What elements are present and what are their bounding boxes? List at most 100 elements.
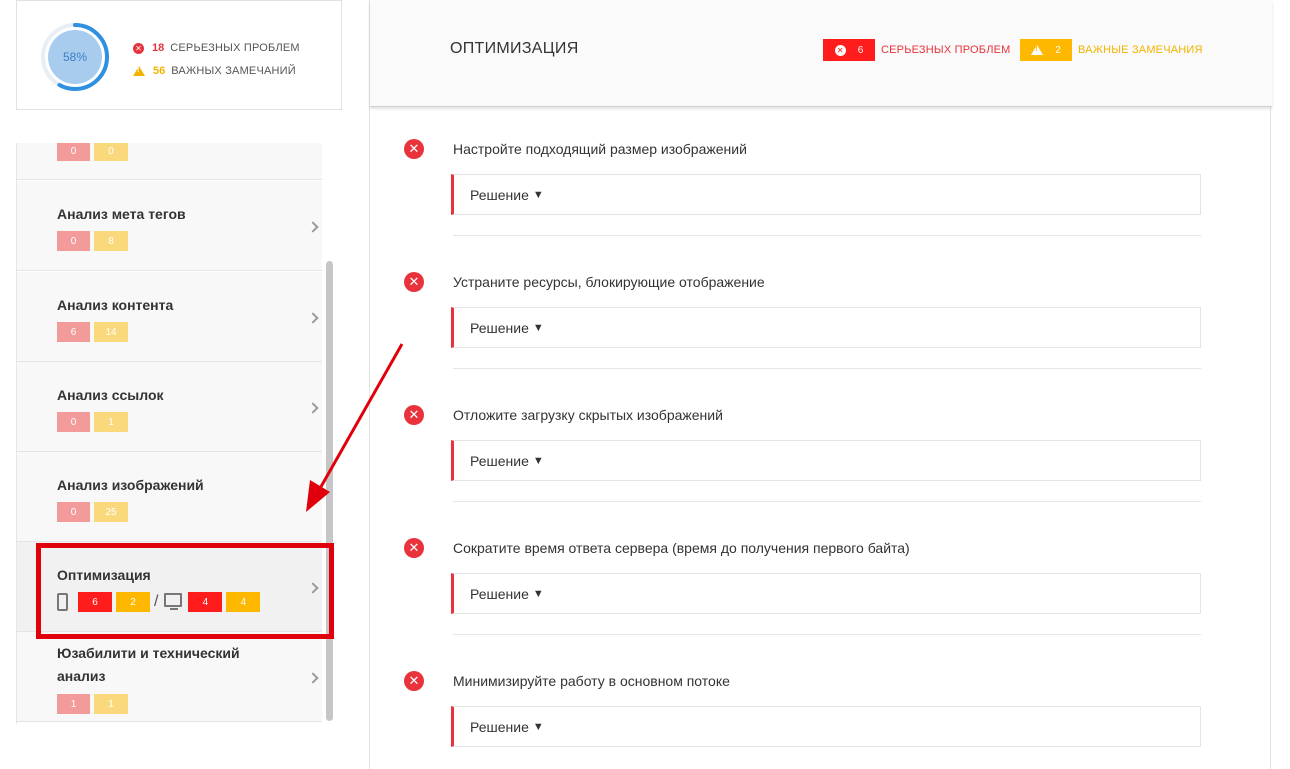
serious-label: СЕРЬЕЗНЫХ ПРОБЛЕМ <box>881 44 1011 56</box>
badges: 0 8 <box>57 231 132 251</box>
solution-toggle[interactable]: Решение ▼ <box>451 174 1201 215</box>
important-count-badge: 2 <box>1020 39 1072 61</box>
solution-toggle[interactable]: Решение ▼ <box>451 573 1201 614</box>
sidebar-item-usability[interactable]: Юзабилити и технический анализ 1 1 <box>17 632 323 722</box>
error-icon: ✕ <box>404 405 424 425</box>
solution-label: Решение <box>470 186 529 203</box>
issue-item: ✕ Настройте подходящий размер изображени… <box>370 129 1272 262</box>
important-summary: 56 ВАЖНЫХ ЗАМЕЧАНИЙ <box>133 65 296 77</box>
error-badge: 0 <box>57 143 90 161</box>
serious-count-badge: ✕ 6 <box>823 39 875 61</box>
issue-text: Сократите время ответа сервера (время до… <box>453 540 910 556</box>
error-badge: 0 <box>57 231 90 251</box>
divider <box>453 368 1201 369</box>
mobile-error-badge: 6 <box>78 592 112 612</box>
important-count: 56 <box>153 65 166 77</box>
desktop-warning-badge: 4 <box>226 592 261 612</box>
main-panel: ОПТИМИЗАЦИЯ ✕ 6 СЕРЬЕЗНЫХ ПРОБЛЕМ 2 ВАЖН… <box>369 0 1272 769</box>
error-badge: 0 <box>57 412 90 432</box>
page-title: ОПТИМИЗАЦИЯ <box>450 40 579 57</box>
error-icon: ✕ <box>404 139 424 159</box>
solution-toggle[interactable]: Решение ▼ <box>451 440 1201 481</box>
divider <box>453 634 1201 635</box>
sidebar-item-links[interactable]: Анализ ссылок 0 1 <box>17 362 323 452</box>
mobile-icon <box>57 593 68 611</box>
divider <box>453 235 1201 236</box>
solution-label: Решение <box>470 585 529 602</box>
badges: 0 0 <box>57 143 132 161</box>
divider <box>453 501 1201 502</box>
error-icon: ✕ <box>133 42 144 54</box>
solution-label: Решение <box>470 319 529 336</box>
sidebar-item-label: Юзабилити и технический анализ <box>57 645 240 684</box>
device-separator: / <box>154 593 159 610</box>
score-value: 58% <box>62 50 88 64</box>
serious-count: 18 <box>152 42 165 54</box>
badges: 0 1 <box>57 412 132 432</box>
sidebar-item-label: Оптимизация <box>57 567 151 583</box>
chevron-right-icon <box>307 582 319 594</box>
sidebar-item-label: Анализ ссылок <box>57 387 164 403</box>
warning-badge: 14 <box>94 322 128 342</box>
solution-label: Решение <box>470 452 529 469</box>
sidebar-item-label: Анализ изображений <box>57 477 204 493</box>
mobile-warning-badge: 2 <box>116 592 150 612</box>
chevron-right-icon <box>307 312 319 324</box>
warning-badge: 25 <box>94 502 128 522</box>
sidebar: 0 0 Анализ мета тегов 0 8 Анализ контент… <box>16 143 338 724</box>
chevron-right-icon <box>307 221 319 233</box>
important-label: ВАЖНЫЕ ЗАМЕЧАНИЯ <box>1078 44 1203 56</box>
main-header: ОПТИМИЗАЦИЯ ✕ 6 СЕРЬЕЗНЫХ ПРОБЛЕМ 2 ВАЖН… <box>370 0 1272 107</box>
serious-label: СЕРЬЕЗНЫХ ПРОБЛЕМ <box>170 42 300 54</box>
serious-count: 6 <box>857 44 864 56</box>
caret-down-icon: ▼ <box>532 321 544 334</box>
serious-summary: ✕ 18 СЕРЬЕЗНЫХ ПРОБЛЕМ <box>133 42 300 54</box>
error-badge: 6 <box>57 322 90 342</box>
error-badge: 1 <box>57 694 90 714</box>
desktop-error-badge: 4 <box>188 592 223 612</box>
issue-item: ✕ Устраните ресурсы, блокирующие отображ… <box>370 262 1272 395</box>
solution-toggle[interactable]: Решение ▼ <box>451 706 1201 747</box>
solution-label: Решение <box>470 718 529 735</box>
sidebar-scrollbar-thumb[interactable] <box>326 261 333 721</box>
caret-down-icon: ▼ <box>532 454 544 467</box>
sidebar-item-content[interactable]: Анализ контента 6 14 <box>17 272 323 362</box>
caret-down-icon: ▼ <box>532 587 544 600</box>
badges: 1 1 <box>57 694 132 714</box>
sidebar-item-label: Анализ мета тегов <box>57 206 186 222</box>
issue-text: Устраните ресурсы, блокирующие отображен… <box>453 274 765 290</box>
desktop-icon <box>164 593 183 610</box>
issue-item: ✕ Минимизируйте работу в основном потоке… <box>370 661 1272 769</box>
badges: 6 14 <box>57 322 132 342</box>
issue-text: Минимизируйте работу в основном потоке <box>453 673 730 689</box>
badges: 0 25 <box>57 502 132 522</box>
error-icon: ✕ <box>404 671 424 691</box>
warning-badge: 8 <box>94 231 128 251</box>
sidebar-item-meta-tags[interactable]: Анализ мета тегов 0 8 <box>17 181 323 271</box>
error-icon: ✕ <box>834 44 846 56</box>
warning-icon <box>133 66 145 76</box>
warning-badge: 1 <box>94 412 128 432</box>
issue-item: ✕ Сократите время ответа сервера (время … <box>370 528 1272 661</box>
issue-text: Отложите загрузку скрытых изображений <box>453 407 723 423</box>
badges: 6 2 / 4 4 <box>57 592 264 612</box>
chevron-right-icon <box>307 672 319 684</box>
error-icon: ✕ <box>404 272 424 292</box>
sidebar-item-previous[interactable]: 0 0 <box>17 143 323 180</box>
warning-badge: 1 <box>94 694 128 714</box>
score-card: 58% ✕ 18 СЕРЬЕЗНЫХ ПРОБЛЕМ 56 ВАЖНЫХ ЗАМ… <box>16 0 342 110</box>
error-badge: 0 <box>57 502 90 522</box>
error-icon: ✕ <box>404 538 424 558</box>
issue-item: ✕ Отложите загрузку скрытых изображений … <box>370 395 1272 528</box>
sidebar-item-images[interactable]: Анализ изображений 0 25 <box>17 452 323 542</box>
sidebar-item-label: Анализ контента <box>57 297 174 313</box>
caret-down-icon: ▼ <box>532 188 544 201</box>
sidebar-item-optimization[interactable]: Оптимизация 6 2 / 4 4 <box>17 542 323 632</box>
chevron-right-icon <box>307 402 319 414</box>
issue-text: Настройте подходящий размер изображений <box>453 141 747 157</box>
important-count: 2 <box>1055 44 1061 56</box>
solution-toggle[interactable]: Решение ▼ <box>451 307 1201 348</box>
warning-badge: 0 <box>94 143 128 161</box>
caret-down-icon: ▼ <box>532 720 544 733</box>
warning-icon <box>1031 45 1044 55</box>
